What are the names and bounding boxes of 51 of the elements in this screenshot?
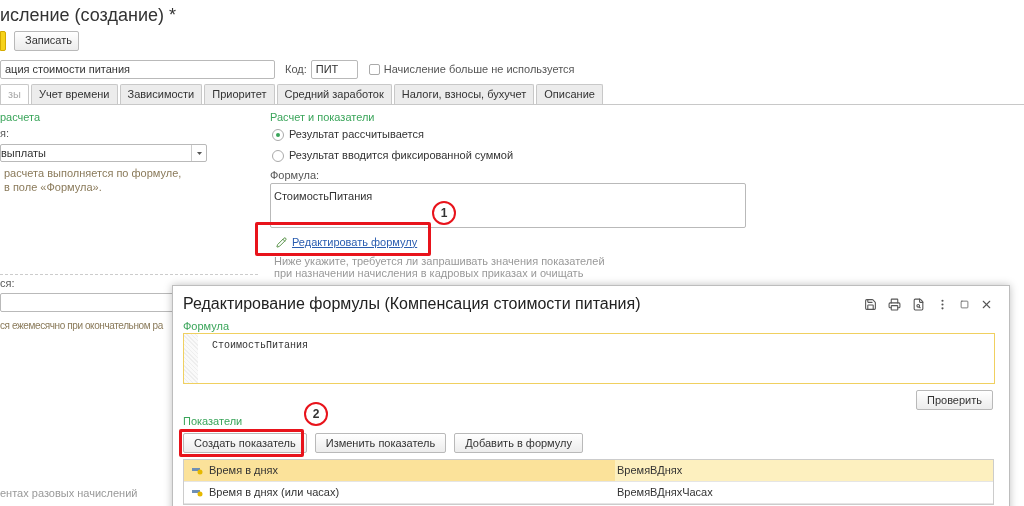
table-cell-text: ВремяВДнях xyxy=(617,463,683,479)
primary-button[interactable] xyxy=(0,30,6,51)
indicator-icon xyxy=(192,466,203,475)
section-title: расчета xyxy=(0,111,41,124)
unused-checkbox[interactable] xyxy=(368,63,380,75)
save-icon[interactable] xyxy=(864,297,877,311)
tab[interactable]: Описание xyxy=(536,84,603,104)
save-button[interactable]: Записать xyxy=(14,30,79,51)
tab[interactable]: Зависимости xyxy=(119,84,203,104)
name-field[interactable]: ация стоимости питания xyxy=(0,59,275,79)
indicator-icon xyxy=(192,488,203,497)
note-text: Ниже укажите, требуется ли запрашивать значения показателей при назначении начисления в кадровых приказах и очищать xyxy=(274,255,606,279)
formula-text: СтоимостьПитания xyxy=(211,339,308,353)
table-cell-text: Время в днях (или часах) xyxy=(209,485,340,501)
field-label: ся: xyxy=(0,277,15,290)
indicator-button[interactable]: Добавить в формулу xyxy=(454,433,583,453)
field-label: Формула: xyxy=(270,169,321,182)
field-label: я: xyxy=(0,127,9,140)
preview-icon[interactable] xyxy=(912,297,925,311)
maximize-icon[interactable] xyxy=(960,299,969,309)
unused-label: Начисление больше не используется xyxy=(383,61,575,77)
hint-text: расчета выполняется по формуле, в поле «Формула». xyxy=(3,166,182,194)
section-title: Расчет и показатели xyxy=(270,111,376,124)
calculation-select[interactable]: выплаты xyxy=(0,144,207,162)
pencil-icon xyxy=(276,236,287,248)
hint-text: ентах разовых начислений xyxy=(0,487,138,500)
section-title: Показатели xyxy=(183,415,243,428)
annotation-number: 1 xyxy=(432,201,456,225)
tab[interactable]: Учет времени xyxy=(30,84,118,104)
table-cell-text: Время в днях xyxy=(209,463,278,479)
radio-label: Результат рассчитывается xyxy=(289,127,424,143)
table-row[interactable]: Время в днях ВремяВДнях xyxy=(184,460,993,482)
dialog-title: Редактирование формулы (Компенсация стоимости питания) xyxy=(183,294,641,314)
hint-text: ся ежемесячно при окончательном ра xyxy=(0,319,163,332)
indicator-button[interactable]: Изменить показатель xyxy=(314,433,447,453)
tab[interactable]: Приоритет xyxy=(204,84,275,104)
text-field[interactable] xyxy=(0,293,175,312)
radio-label: Результат вводится фиксированной суммой xyxy=(289,148,514,164)
edit-formula-link[interactable]: Редактировать формулу xyxy=(292,233,418,251)
code-field[interactable]: ПИТ xyxy=(310,59,358,79)
editor-gutter xyxy=(184,334,198,383)
formula-editor[interactable]: СтоимостьПитания xyxy=(183,333,995,384)
check-button[interactable]: Проверить xyxy=(916,390,993,410)
code-label: Код: xyxy=(285,61,307,77)
section-title: Формула xyxy=(183,320,231,333)
indicator-button[interactable]: Создать показатель xyxy=(183,433,307,453)
window-title: исление (создание) * xyxy=(0,4,177,27)
table-cell-text: ВремяВДняхЧасах xyxy=(617,485,713,501)
print-icon[interactable] xyxy=(888,297,901,311)
tab[interactable]: Налоги, взносы, бухучет xyxy=(393,84,535,104)
tab[interactable]: Средний заработок xyxy=(276,84,392,104)
